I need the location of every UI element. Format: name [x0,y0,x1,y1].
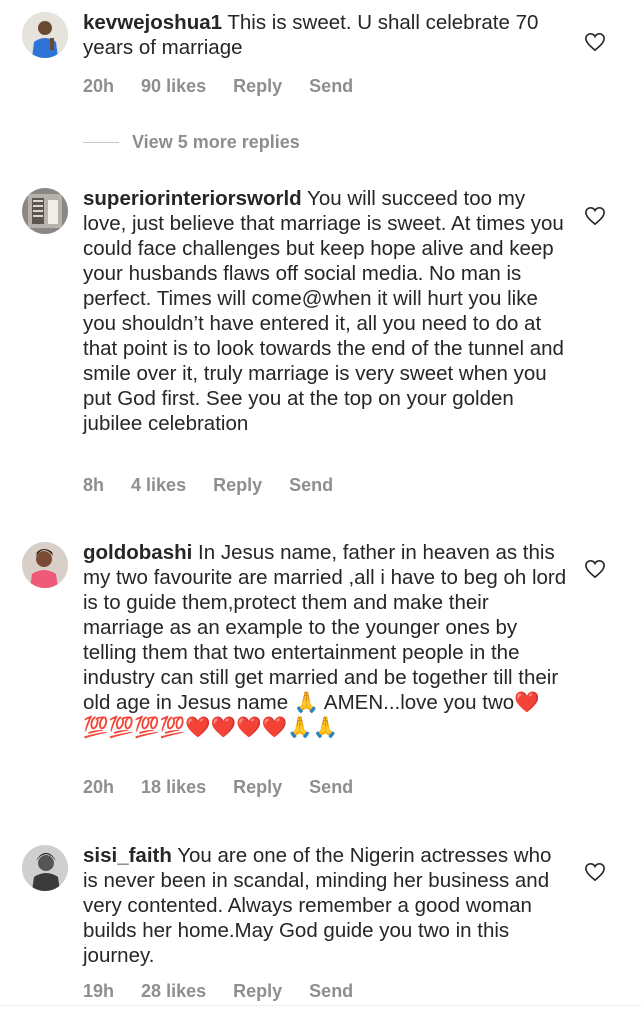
comment-meta: 20h 90 likes Reply Send [83,76,375,97]
send-button[interactable]: Send [309,981,353,1001]
comment-username[interactable]: sisi_faith [83,844,172,867]
comment-username[interactable]: kevwejoshua1 [83,11,222,34]
like-heart-icon[interactable] [584,559,606,579]
comment-likes[interactable]: 90 likes [141,76,206,96]
comment-text: goldobashi In Jesus name, father in heav… [83,540,568,740]
divider [0,1005,642,1006]
comment-time: 20h [83,777,115,797]
comment-text: superiorinteriorsworld You will succeed … [83,186,568,436]
like-heart-icon[interactable] [584,862,606,882]
view-more-replies[interactable]: View 5 more replies [83,130,300,154]
reply-button[interactable]: Reply [233,777,282,797]
comment-likes[interactable]: 18 likes [141,777,206,797]
send-button[interactable]: Send [289,475,333,495]
comment-text: kevwejoshua1 This is sweet. U shall cele… [83,10,568,60]
send-button[interactable]: Send [309,777,353,797]
avatar[interactable] [22,845,68,891]
comment-username[interactable]: superiorinteriorsworld [83,187,302,210]
avatar[interactable] [22,12,68,58]
avatar[interactable] [22,188,68,234]
comment-time: 8h [83,475,105,495]
like-heart-icon[interactable] [584,32,606,52]
like-heart-icon[interactable] [584,206,606,226]
reply-button[interactable]: Reply [233,76,282,96]
comment-likes[interactable]: 4 likes [131,475,186,495]
reply-button[interactable]: Reply [213,475,262,495]
comment-time: 19h [83,981,115,1001]
comment-username[interactable]: goldobashi [83,541,192,564]
comment-meta: 20h 18 likes Reply Send [83,777,375,798]
send-button[interactable]: Send [309,76,353,96]
comment-body: In Jesus name, father in heaven as this … [83,541,567,739]
avatar[interactable] [22,542,68,588]
comment-meta: 19h 28 likes Reply Send [83,981,375,1002]
comment-time: 20h [83,76,115,96]
divider [83,141,119,143]
comment-text: sisi_faith You are one of the Nigerin ac… [83,843,568,968]
comment-body: You will succeed too my love, just belie… [83,187,564,435]
comment-meta: 8h 4 likes Reply Send [83,475,355,496]
view-more-replies-label[interactable]: View 5 more replies [132,132,300,153]
comment-likes[interactable]: 28 likes [141,981,206,1001]
reply-button[interactable]: Reply [233,981,282,1001]
